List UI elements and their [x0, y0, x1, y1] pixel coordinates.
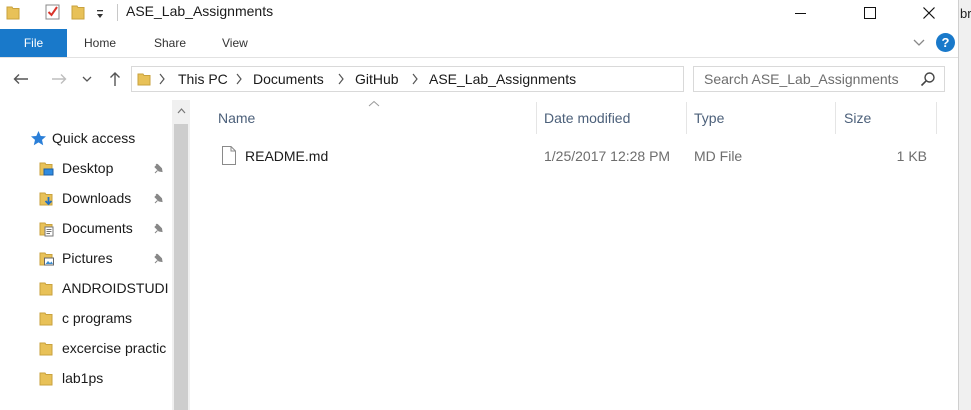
tab-file[interactable]: File — [0, 29, 67, 57]
downloads-folder-icon — [39, 192, 53, 206]
column-name[interactable]: Name — [218, 100, 536, 136]
chevron-right-icon[interactable] — [235, 73, 243, 85]
documents-folder-icon — [39, 222, 54, 237]
maximize-button[interactable] — [847, 0, 893, 26]
back-arrow-icon — [13, 74, 28, 84]
tab-home[interactable]: Home — [84, 29, 116, 57]
adjacent-window-text: br — [960, 6, 971, 21]
chevron-right-icon — [159, 73, 165, 85]
chevron-down-icon — [82, 76, 92, 82]
sidebar-item-label: Desktop — [62, 160, 114, 176]
pin-icon[interactable] — [153, 253, 164, 264]
search-box[interactable]: Search ASE_Lab_Assignments — [693, 66, 945, 92]
sidebar-item-downloads[interactable]: Downloads — [0, 185, 172, 213]
forward-button[interactable] — [48, 68, 70, 90]
chevron-right-icon[interactable] — [337, 73, 345, 85]
scroll-thumb[interactable] — [174, 124, 188, 410]
nav-quick-access[interactable]: Quick access — [0, 125, 172, 153]
navigation-pane: Quick access Desktop Downloads Documents Pi… — [0, 100, 172, 410]
search-input[interactable]: Search ASE_Lab_Assignments — [704, 71, 899, 87]
breadcrumb-github[interactable]: GitHub — [355, 71, 399, 87]
file-name: README.md — [245, 148, 329, 164]
sidebar-item-lab1ps[interactable]: lab1ps — [0, 365, 172, 393]
sidebar-item-label: Pictures — [62, 250, 113, 266]
column-divider[interactable] — [936, 102, 937, 134]
file-date-modified: 1/25/2017 12:28 PM — [544, 148, 671, 164]
properties-icon[interactable] — [44, 3, 62, 21]
pictures-folder-icon — [39, 252, 54, 266]
chevron-right-icon[interactable] — [411, 73, 419, 85]
desktop-folder-icon — [39, 162, 54, 176]
close-button[interactable] — [906, 0, 952, 26]
column-type[interactable]: Type — [694, 100, 834, 136]
chevron-up-icon — [177, 108, 185, 114]
close-icon — [923, 7, 935, 19]
sidebar-item-label: c programs — [62, 310, 133, 326]
file-icon — [222, 146, 236, 165]
sidebar-item-label: lab1ps — [62, 370, 104, 386]
pin-icon[interactable] — [153, 223, 164, 234]
column-divider[interactable] — [686, 102, 687, 134]
help-button[interactable]: ? — [936, 33, 955, 52]
title-separator — [117, 4, 118, 21]
forward-arrow-icon — [52, 74, 67, 84]
file-type: MD File — [694, 148, 743, 164]
chevron-down-icon — [913, 39, 925, 46]
sidebar-item-excercise-practic[interactable]: excercise practic — [0, 335, 172, 363]
sidebar-item-c-programs[interactable]: c programs — [0, 305, 172, 333]
navigation-scrollbar[interactable] — [172, 100, 190, 410]
up-button[interactable] — [104, 68, 126, 90]
column-headers: Name Date modified Type Size — [190, 100, 938, 136]
adjacent-window-edge — [958, 0, 971, 410]
back-button[interactable] — [10, 68, 32, 90]
breadcrumb-this-pc[interactable]: This PC — [178, 71, 228, 87]
breadcrumb-documents[interactable]: Documents — [253, 71, 324, 87]
search-icon[interactable] — [920, 71, 936, 87]
file-row[interactable]: README.md 1/25/2017 12:28 PM MD File 1 K… — [190, 143, 938, 169]
pin-icon[interactable] — [153, 163, 164, 174]
minimize-icon — [794, 12, 806, 14]
pin-icon[interactable] — [153, 193, 164, 204]
folder-icon[interactable] — [6, 3, 20, 21]
sidebar-item-androidstudi[interactable]: ANDROIDSTUDI — [0, 275, 172, 303]
sidebar-item-label: excercise practic — [62, 340, 167, 356]
sidebar-item-documents[interactable]: Documents — [0, 215, 172, 243]
sidebar-item-label: ANDROIDSTUDI — [62, 280, 169, 296]
sidebar-item-label: Downloads — [62, 190, 132, 206]
scroll-up-button[interactable] — [172, 102, 190, 120]
window-title: ASE_Lab_Assignments — [126, 3, 274, 19]
tab-view[interactable]: View — [222, 29, 248, 57]
expand-ribbon-button[interactable] — [910, 34, 928, 52]
file-size: 1 KB — [896, 148, 927, 164]
address-bar[interactable]: This PC Documents GitHub ASE_Lab_Assignm… — [131, 66, 808, 92]
sidebar-item-pictures[interactable]: Pictures — [0, 245, 172, 273]
folder-icon — [137, 73, 151, 86]
minimize-button[interactable] — [777, 0, 823, 26]
tab-share[interactable]: Share — [154, 29, 186, 57]
column-divider[interactable] — [536, 102, 537, 134]
title-bar: ASE_Lab_Assignments — [0, 0, 958, 26]
folder-icon — [39, 312, 53, 326]
nav-label-quick-access: Quick access — [52, 130, 136, 146]
maximize-icon — [864, 7, 876, 19]
up-arrow-icon — [110, 72, 120, 86]
folder-icon — [39, 282, 53, 296]
new-folder-icon[interactable] — [70, 3, 86, 21]
folder-icon — [39, 372, 53, 386]
column-date-modified[interactable]: Date modified — [544, 100, 684, 136]
breadcrumb-current-folder[interactable]: ASE_Lab_Assignments — [429, 71, 576, 87]
column-size[interactable]: Size — [844, 100, 934, 136]
ribbon-tabs: File Home Share View ? — [0, 29, 958, 58]
customize-toolbar-icon[interactable] — [95, 6, 105, 24]
folder-icon — [39, 342, 53, 356]
column-divider[interactable] — [835, 102, 836, 134]
recent-locations-button[interactable] — [79, 68, 95, 90]
star-icon — [31, 131, 46, 146]
sidebar-item-label: Documents — [62, 220, 133, 236]
sidebar-item-desktop[interactable]: Desktop — [0, 155, 172, 183]
